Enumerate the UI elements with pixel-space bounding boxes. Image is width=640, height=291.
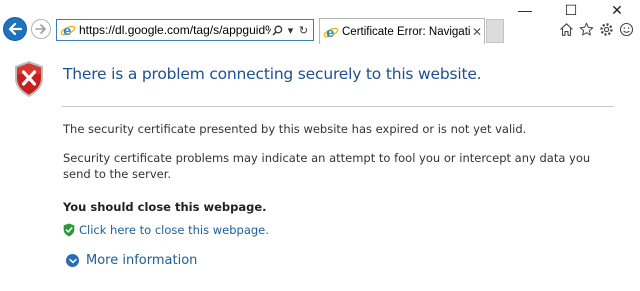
expand-chevron-icon [66,254,79,267]
close-webpage-link-text[interactable]: Click here to close this webpage. [79,223,269,237]
maximize-button[interactable]: ☐ [548,0,594,20]
address-bar[interactable]: e https://dl.google.com/tag/s/appguid%3D… [56,19,314,41]
toolbar [558,21,634,37]
close-window-button[interactable]: ✕ [594,0,640,20]
forward-arrow-icon [35,24,46,34]
home-icon[interactable] [558,21,574,37]
certificate-expired-message: The security certificate presented by th… [63,122,527,136]
ie-logo-icon: e [60,24,76,38]
tab-certificate-error[interactable]: e Certificate Error: Navigation... ✕ [319,18,485,44]
page-title: There is a problem connecting securely t… [63,65,482,83]
more-information-label[interactable]: More information [86,253,197,268]
recommendation-text: You should close this webpage. [63,200,267,214]
tab-ie-icon: e [323,26,339,40]
back-button[interactable] [3,17,27,41]
green-shield-check-icon [63,223,75,237]
tab-label: Certificate Error: Navigation... [342,25,470,38]
favorites-star-icon[interactable] [578,21,594,37]
smiley-feedback-icon[interactable] [618,21,634,37]
back-arrow-icon [8,23,22,35]
window-controls: — ☐ ✕ [502,0,640,20]
refresh-icon[interactable]: ↻ [297,22,310,38]
search-icon[interactable] [271,22,284,38]
url-text[interactable]: https://dl.google.com/tag/s/appguid%3D%7 [79,23,271,37]
browser-chrome: — ☐ ✕ e https://dl.google.com/tag/s/appg… [0,0,640,44]
close-webpage-link[interactable]: Click here to close this webpage. [63,223,269,237]
minimize-button[interactable]: — [502,0,548,20]
svg-text:e: e [326,26,334,40]
tab-close-icon[interactable]: ✕ [470,25,484,39]
error-page: There is a problem connecting securely t… [0,44,640,291]
security-shield-error-icon [15,61,43,97]
security-warning-message: Security certificate problems may indica… [63,151,591,181]
address-dropdown-icon[interactable]: ▾ [284,22,297,38]
forward-button[interactable] [31,19,51,39]
title-divider [62,106,614,107]
new-tab-button[interactable] [486,19,504,43]
more-information-toggle[interactable]: More information [66,253,197,268]
tools-gear-icon[interactable] [598,21,614,37]
svg-text:e: e [63,24,71,38]
